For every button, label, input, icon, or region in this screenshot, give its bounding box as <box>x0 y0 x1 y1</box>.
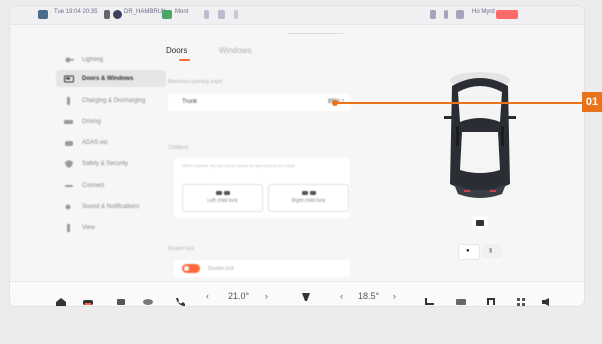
header-divider <box>288 33 343 34</box>
callout-leader-line <box>335 102 583 104</box>
light-icon <box>64 56 74 64</box>
view-bar-icon: ▮ <box>489 248 493 254</box>
trunk-label: Trunk <box>182 99 198 105</box>
sidebar-item-label: Charging & Discharging <box>82 97 146 104</box>
adas-icon <box>64 139 74 147</box>
driver-name: DR_HAMBRUK <box>124 9 167 15</box>
home-icon[interactable] <box>56 293 66 306</box>
shield-icon <box>64 159 74 168</box>
active-dock-indicator <box>85 303 91 305</box>
sidebar-item-adas[interactable]: ADAS etc <box>56 134 166 151</box>
sidebar-item-safety[interactable]: Safety & Security <box>56 155 166 172</box>
sidebar-item-sound[interactable]: Sound & Notifications <box>56 198 166 215</box>
left-child-lock-label: Left child lock <box>207 198 238 204</box>
status-right-label: Ho Myrd <box>472 9 495 15</box>
left-temp-down-button[interactable]: ‹ <box>206 291 209 301</box>
seat-icon[interactable] <box>116 293 126 305</box>
childlock-note: When enabled, the rear doors cannot be o… <box>182 163 296 168</box>
right-temperature: 18.5° <box>358 291 380 301</box>
left-temp-up-button[interactable]: › <box>265 291 268 301</box>
sidebar-item-label: View <box>82 224 95 231</box>
view-toggle-front[interactable]: ● <box>458 244 480 260</box>
seat-heat-icon[interactable] <box>424 293 434 305</box>
sidebar-item-connect[interactable]: Connect <box>56 177 166 194</box>
double-lock-label: Double lock <box>168 246 195 252</box>
car-status-icon[interactable] <box>456 10 464 19</box>
double-lock-toggle[interactable] <box>182 264 200 273</box>
trunk-angle-row[interactable]: Trunk 85% › <box>168 94 351 111</box>
callout-badge: 01 <box>582 92 602 112</box>
network-label: Mont <box>175 9 189 15</box>
car-door-icon <box>64 75 74 83</box>
speaker-icon <box>64 203 74 211</box>
media-icon[interactable] <box>456 293 466 305</box>
right-temp-down-button[interactable]: ‹ <box>340 291 343 301</box>
avatar[interactable] <box>113 10 122 19</box>
bottom-dock <box>10 281 584 306</box>
double-lock-row: Double lock <box>174 260 350 277</box>
sidebar-item-charging[interactable]: Charging & Discharging <box>56 92 166 109</box>
link-icon <box>64 182 74 190</box>
info-icon <box>64 223 74 232</box>
car-camera-icon[interactable] <box>472 216 488 230</box>
tab-doors[interactable]: Doors <box>166 46 187 55</box>
clock-text: Tue 19:04 20:35 <box>54 9 98 15</box>
profile-icon[interactable] <box>104 10 110 19</box>
sidebar-item-label: Lighting <box>82 56 104 63</box>
car-icon[interactable] <box>83 293 93 305</box>
sidebar-item-label: ADAS etc <box>82 139 109 146</box>
steering-icon <box>64 118 74 126</box>
sidebar-item-view[interactable]: View <box>56 219 166 236</box>
sidebar-item-label: Safety & Security <box>82 160 129 167</box>
childlock-label: Childlock <box>168 145 189 151</box>
child-lock-icon <box>301 190 316 196</box>
child-lock-icon <box>215 190 230 196</box>
tab-windows[interactable]: Windows <box>219 46 251 55</box>
sidebar-item-driving[interactable]: Driving <box>56 113 166 130</box>
status-bar: Tue 19:04 20:35 DR_HAMBRUK Mont Ho Myrd <box>10 6 584 25</box>
screen-icon[interactable] <box>218 10 225 19</box>
phone-icon[interactable] <box>175 293 185 306</box>
sidebar-item-label: Sound & Notifications <box>82 203 140 210</box>
view-toggle-side[interactable]: ▮ <box>482 244 502 258</box>
double-lock-toggle-label: Double lock <box>208 266 235 272</box>
sidebar-item-label: Connect <box>82 182 105 189</box>
climate-icon[interactable] <box>300 289 312 301</box>
left-temperature: 21.0° <box>228 291 250 301</box>
car-top-view <box>440 66 520 216</box>
opening-angle-label: Maximum opening angle <box>168 79 223 85</box>
sidebar-item-label: Driving <box>82 118 101 125</box>
bluetooth-icon[interactable] <box>444 10 448 19</box>
active-tab-indicator <box>179 59 190 61</box>
car-settings-screen: Tue 19:04 20:35 DR_HAMBRUK Mont Ho Myrd … <box>10 6 584 306</box>
right-temp-up-button[interactable]: › <box>393 291 396 301</box>
sidebar-item-lighting[interactable]: Lighting <box>56 51 166 68</box>
app-logo-icon[interactable] <box>38 10 48 19</box>
volume-icon[interactable] <box>542 293 552 306</box>
left-child-lock-button[interactable]: Left child lock <box>182 184 263 212</box>
record-badge[interactable] <box>496 10 518 19</box>
menu-icon[interactable] <box>234 10 238 19</box>
apps-grid-icon[interactable] <box>516 293 526 306</box>
plug-icon <box>64 96 74 105</box>
view-dot-icon: ● <box>466 248 470 254</box>
fan-icon[interactable] <box>143 293 153 305</box>
right-child-lock-button[interactable]: Right child lock <box>268 184 349 212</box>
right-child-lock-label: Right child lock <box>291 198 326 204</box>
network-icon <box>162 10 172 19</box>
pin-icon[interactable] <box>204 10 209 19</box>
sidebar-item-label: Doors & Windows <box>82 75 134 82</box>
sidebar-item-doors-windows[interactable]: Doors & Windows <box>56 70 166 87</box>
download-icon[interactable] <box>430 10 436 19</box>
music-icon[interactable] <box>486 293 496 305</box>
